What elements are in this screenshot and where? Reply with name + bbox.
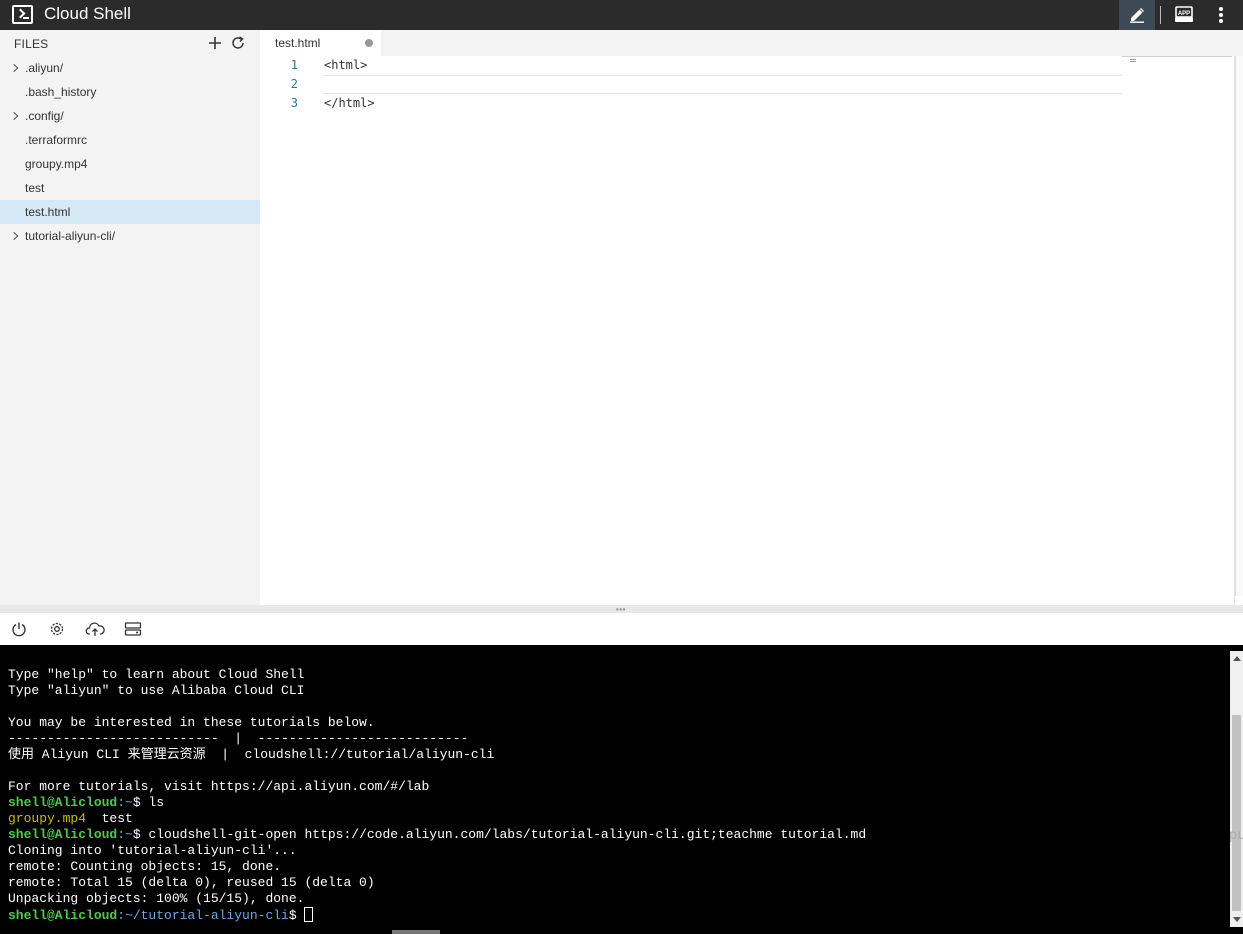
plus-icon	[209, 37, 221, 49]
folder-item[interactable]: tutorial-aliyun-cli/	[0, 224, 260, 248]
file-item-label: .bash_history	[25, 85, 97, 99]
terminal-scroll-thumb[interactable]	[1232, 715, 1241, 911]
refresh-button[interactable]	[230, 35, 246, 51]
minimap-slider	[1130, 59, 1136, 62]
file-item-label: test.html	[25, 205, 71, 219]
terminal-line: Cloning into 'tutorial-aliyun-cli'...	[8, 843, 297, 858]
file-item[interactable]: test.html	[0, 200, 260, 224]
terminal[interactable]: Type "help" to learn about Cloud Shell Ty…	[0, 645, 1243, 934]
panel-resizer[interactable]: •••	[0, 605, 1243, 614]
file-item[interactable]: .bash_history	[0, 80, 260, 104]
terminal-ls-output: groupy.mp4 test	[8, 811, 133, 826]
file-item-label: groupy.mp4	[25, 157, 88, 171]
terminal-line: Unpacking objects: 100% (15/15), done.	[8, 891, 305, 906]
horizontal-scroll-thumb[interactable]	[392, 930, 440, 934]
editor-pane: test.html 1 2 3 <html> </html>	[260, 30, 1243, 605]
terminal-icon	[12, 5, 33, 24]
chevron-right-icon[interactable]	[9, 63, 19, 73]
more-vertical-icon	[1219, 7, 1223, 23]
file-item[interactable]: test	[0, 176, 260, 200]
files-header: FILES	[14, 37, 49, 51]
file-item-label: .config/	[25, 109, 64, 123]
file-explorer: FILES .aliyun/ .bash_history .config/ .terr…	[0, 30, 260, 605]
terminal-cursor	[304, 907, 314, 922]
toolbar-divider	[1160, 6, 1161, 24]
code-editor[interactable]: <html> </html>	[324, 56, 1122, 113]
terminal-edge-text: pu	[1229, 828, 1243, 844]
line-number: 3	[290, 96, 298, 110]
new-file-button[interactable]	[207, 35, 223, 51]
editor-tab-bar: test.html	[260, 30, 1243, 56]
terminal-line: remote: Counting objects: 15, done.	[8, 859, 282, 874]
unsaved-indicator-icon[interactable]	[365, 39, 373, 47]
line-number-gutter: 1 2 3	[260, 56, 310, 113]
terminal-line: Type "help" to learn about Cloud Shell	[8, 667, 305, 682]
terminal-toolbar	[0, 613, 1243, 645]
folder-item[interactable]: .config/	[0, 104, 260, 128]
terminal-line: 使用 Aliyun CLI 来管理云资源 | cloudshell://tuto…	[8, 747, 495, 762]
more-options-button[interactable]	[1203, 0, 1239, 30]
file-item-label: .terraformrc	[25, 133, 88, 147]
terminal-line: remote: Total 15 (delta 0), reused 15 (d…	[8, 875, 375, 890]
minimap[interactable]	[1122, 56, 1232, 605]
line-number: 1	[290, 58, 298, 72]
terminal-prompt-line: shell@Alicloud:~$ cloudshell-git-open ht…	[8, 827, 867, 842]
edit-button[interactable]	[1119, 0, 1155, 30]
terminal-line: Type "aliyun" to use Alibaba Cloud CLI	[8, 683, 305, 698]
chevron-right-icon[interactable]	[9, 111, 19, 121]
editor-scroll-thumb[interactable]	[1235, 56, 1243, 596]
terminal-line: For more tutorials, visit https://api.al…	[8, 779, 430, 794]
terminal-line: --------------------------- | ----------…	[8, 731, 469, 746]
title-bar: Cloud Shell APP	[0, 0, 1243, 30]
power-button[interactable]	[9, 620, 29, 638]
upload-button[interactable]	[85, 620, 105, 638]
file-item-label: tutorial-aliyun-cli/	[25, 229, 116, 243]
tab-label: test.html	[275, 36, 321, 50]
line-number: 2	[290, 77, 298, 91]
cloud-upload-icon	[85, 622, 105, 636]
file-list: .aliyun/ .bash_history .config/ .terraformr…	[0, 56, 260, 248]
storage-icon	[124, 622, 142, 636]
folder-item[interactable]: .aliyun/	[0, 56, 260, 80]
editor-scrollbar[interactable]	[1234, 56, 1243, 605]
code-line[interactable]	[324, 75, 1122, 94]
terminal-active-prompt[interactable]: shell@Alicloud:~/tutorial-aliyun-cli$	[8, 907, 1228, 923]
terminal-scrollbar[interactable]	[1230, 651, 1243, 927]
storage-button[interactable]	[123, 620, 143, 638]
power-icon	[12, 622, 26, 637]
app-title: Cloud Shell	[44, 4, 131, 23]
app-icon: APP	[1175, 6, 1193, 22]
settings-button[interactable]	[47, 620, 67, 638]
scroll-up-icon[interactable]	[1233, 656, 1241, 661]
terminal-prompt-line: shell@Alicloud:~$ ls	[8, 795, 165, 810]
chevron-right-icon[interactable]	[9, 231, 19, 241]
file-item-label: test	[25, 181, 45, 195]
file-item[interactable]: groupy.mp4	[0, 152, 260, 176]
file-item[interactable]: .terraformrc	[0, 128, 260, 152]
file-item-label: .aliyun/	[25, 61, 64, 75]
code-line[interactable]: </html>	[324, 94, 1122, 113]
svg-text:APP: APP	[1178, 11, 1190, 17]
settings-icon	[50, 622, 64, 636]
scroll-down-icon[interactable]	[1233, 917, 1241, 922]
refresh-icon	[232, 36, 244, 49]
code-line[interactable]: <html>	[324, 56, 1122, 75]
tab-test-html[interactable]: test.html	[260, 30, 381, 56]
terminal-line: You may be interested in these tutorials…	[8, 715, 375, 730]
terminal-output: Type "help" to learn about Cloud Shell Ty…	[8, 667, 1228, 923]
pencil-icon	[1130, 7, 1145, 23]
app-button[interactable]: APP	[1166, 0, 1202, 30]
